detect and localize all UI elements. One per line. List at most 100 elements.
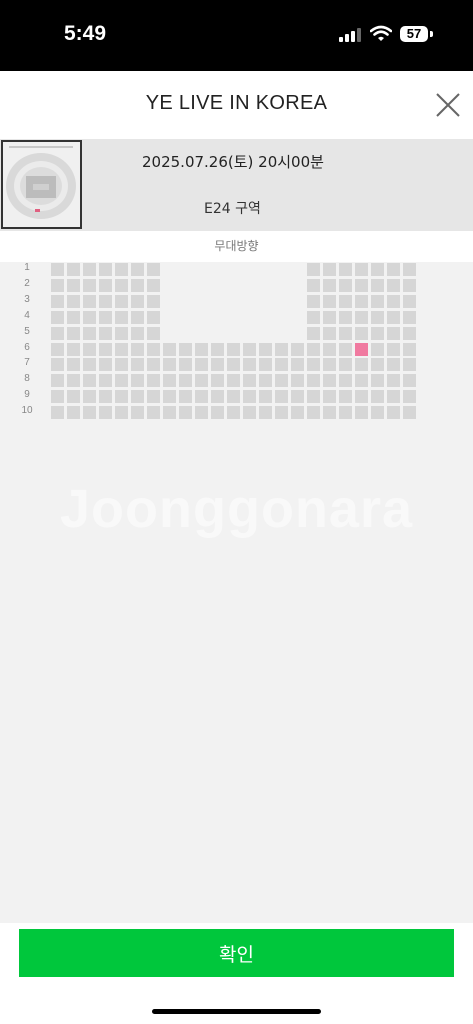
seat[interactable] — [355, 406, 368, 419]
seat[interactable] — [371, 374, 384, 387]
seat[interactable] — [307, 374, 320, 387]
seat[interactable] — [131, 390, 144, 403]
seat[interactable] — [67, 295, 80, 308]
seat[interactable] — [147, 390, 160, 403]
seat[interactable] — [99, 327, 112, 340]
seat[interactable] — [131, 358, 144, 371]
seat[interactable] — [355, 263, 368, 276]
seat[interactable] — [323, 311, 336, 324]
seat[interactable] — [387, 279, 400, 292]
seat[interactable] — [115, 406, 128, 419]
seat[interactable] — [115, 295, 128, 308]
seat[interactable] — [51, 390, 64, 403]
seat[interactable] — [323, 279, 336, 292]
seat[interactable] — [339, 263, 352, 276]
seat[interactable] — [227, 358, 240, 371]
seat[interactable] — [195, 358, 208, 371]
seat[interactable] — [179, 390, 192, 403]
seat[interactable] — [307, 343, 320, 356]
seat[interactable] — [115, 374, 128, 387]
seat[interactable] — [403, 358, 416, 371]
seat[interactable] — [371, 295, 384, 308]
seat[interactable] — [339, 327, 352, 340]
seat[interactable] — [131, 279, 144, 292]
seat[interactable] — [147, 358, 160, 371]
seat[interactable] — [403, 263, 416, 276]
venue-map-thumbnail[interactable] — [1, 140, 82, 229]
seat[interactable] — [147, 374, 160, 387]
seat[interactable] — [147, 279, 160, 292]
seat[interactable] — [307, 358, 320, 371]
seat[interactable] — [67, 327, 80, 340]
seat[interactable] — [387, 406, 400, 419]
seat[interactable] — [115, 390, 128, 403]
seat[interactable] — [371, 279, 384, 292]
seat[interactable] — [83, 263, 96, 276]
seat[interactable] — [99, 406, 112, 419]
seat[interactable] — [323, 263, 336, 276]
seat[interactable] — [355, 311, 368, 324]
seat[interactable] — [115, 279, 128, 292]
seat[interactable] — [339, 390, 352, 403]
seat[interactable] — [131, 311, 144, 324]
seat[interactable] — [387, 295, 400, 308]
seat[interactable] — [163, 358, 176, 371]
seat[interactable] — [99, 390, 112, 403]
seat[interactable] — [371, 311, 384, 324]
seat[interactable] — [227, 390, 240, 403]
seat[interactable] — [131, 327, 144, 340]
seat[interactable] — [115, 263, 128, 276]
seat[interactable] — [243, 406, 256, 419]
seat[interactable] — [227, 343, 240, 356]
seat[interactable] — [163, 374, 176, 387]
seat[interactable] — [403, 295, 416, 308]
seat[interactable] — [211, 390, 224, 403]
seat[interactable] — [211, 406, 224, 419]
seat[interactable] — [339, 374, 352, 387]
seat[interactable] — [99, 374, 112, 387]
seat[interactable] — [51, 295, 64, 308]
seat[interactable] — [323, 343, 336, 356]
seat[interactable] — [115, 358, 128, 371]
seat[interactable] — [195, 343, 208, 356]
seat[interactable] — [67, 390, 80, 403]
seat[interactable] — [275, 406, 288, 419]
seat[interactable] — [99, 343, 112, 356]
seat[interactable] — [275, 390, 288, 403]
seat[interactable] — [275, 343, 288, 356]
seat[interactable] — [291, 390, 304, 403]
seat[interactable] — [387, 327, 400, 340]
seat[interactable] — [115, 311, 128, 324]
seat[interactable] — [403, 374, 416, 387]
seat[interactable] — [83, 311, 96, 324]
seat[interactable] — [259, 406, 272, 419]
seat[interactable] — [99, 358, 112, 371]
seat[interactable] — [371, 358, 384, 371]
seat[interactable] — [83, 358, 96, 371]
seat[interactable] — [291, 343, 304, 356]
seat[interactable] — [51, 311, 64, 324]
seat[interactable] — [51, 263, 64, 276]
seat[interactable] — [83, 327, 96, 340]
seat[interactable] — [323, 390, 336, 403]
seat[interactable] — [83, 295, 96, 308]
seat[interactable] — [83, 406, 96, 419]
seat[interactable] — [307, 263, 320, 276]
seat[interactable] — [51, 327, 64, 340]
seat[interactable] — [307, 311, 320, 324]
seat[interactable] — [259, 343, 272, 356]
seat[interactable] — [259, 390, 272, 403]
seat[interactable] — [211, 358, 224, 371]
seat[interactable] — [195, 390, 208, 403]
seat[interactable] — [243, 358, 256, 371]
seat[interactable] — [67, 279, 80, 292]
seat[interactable] — [323, 374, 336, 387]
seat[interactable] — [371, 263, 384, 276]
seat[interactable] — [243, 374, 256, 387]
seat[interactable] — [179, 406, 192, 419]
seat[interactable] — [131, 343, 144, 356]
seat[interactable] — [403, 343, 416, 356]
seat[interactable] — [83, 279, 96, 292]
seat[interactable] — [83, 390, 96, 403]
seat[interactable] — [99, 295, 112, 308]
